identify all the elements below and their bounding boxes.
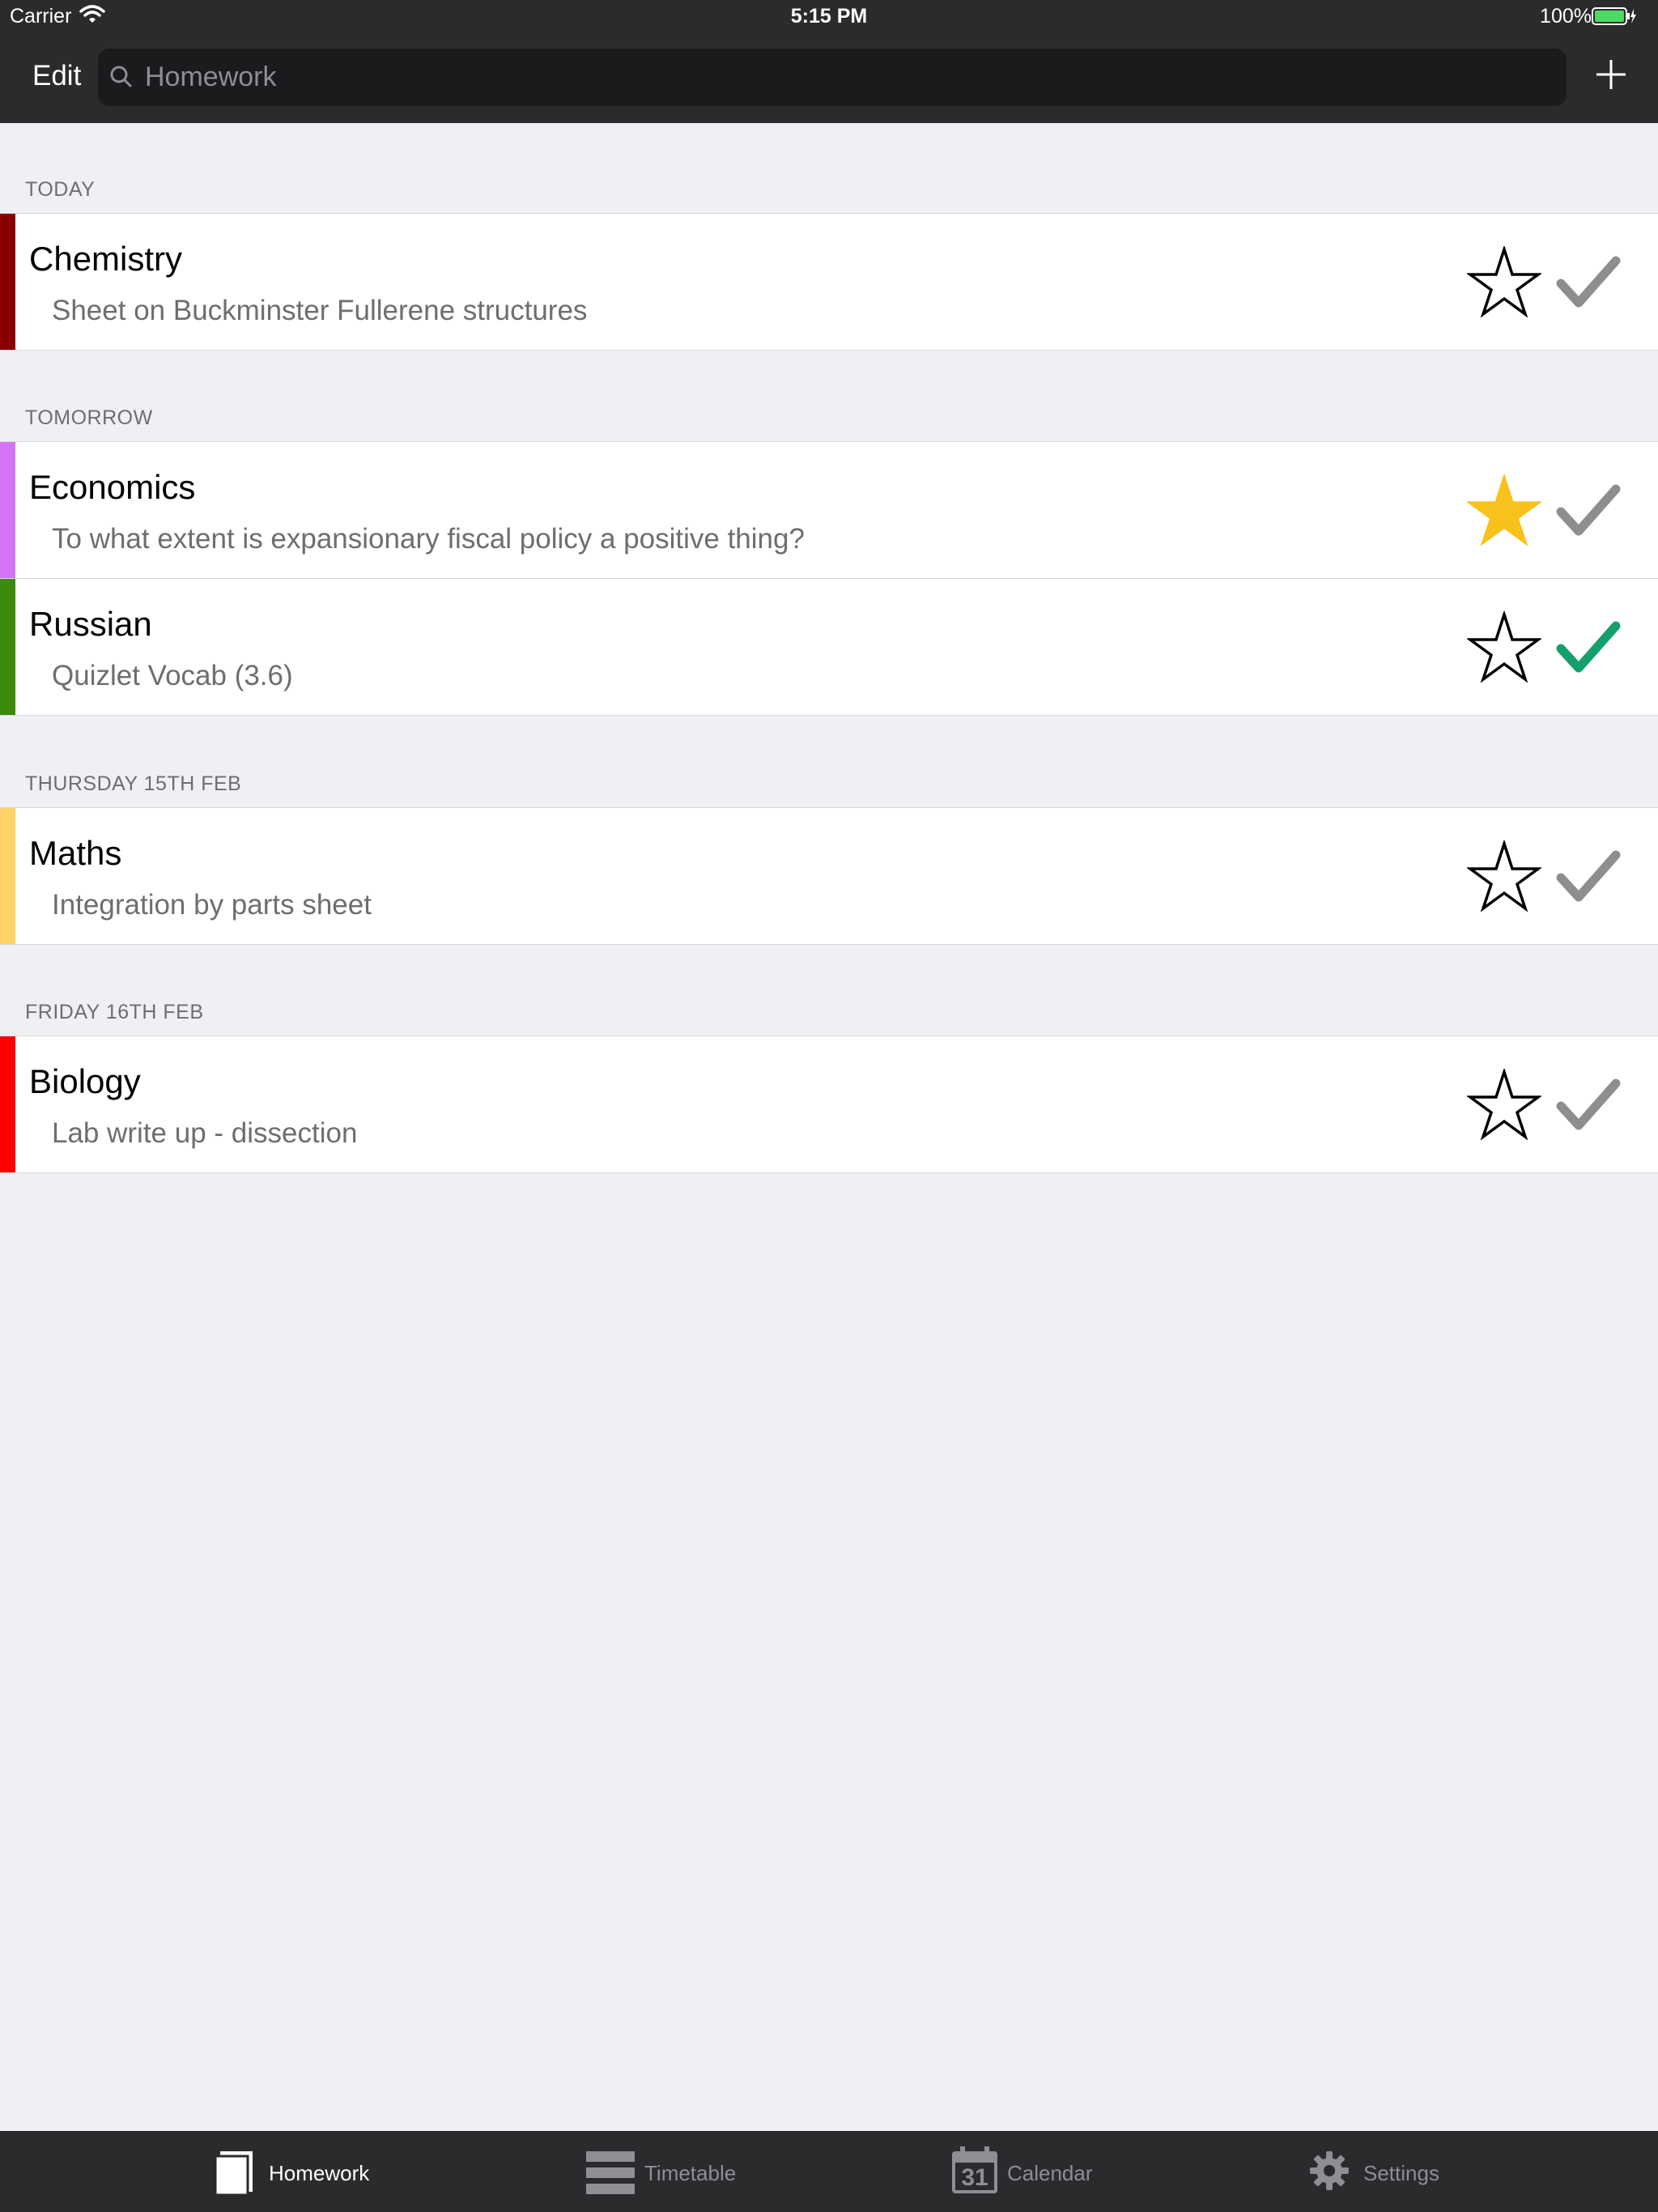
check-icon[interactable] bbox=[1556, 254, 1621, 311]
tab-calendar[interactable]: 31 Calendar bbox=[952, 2146, 1130, 2198]
subject-color-bar bbox=[0, 579, 15, 715]
star-outline-icon[interactable] bbox=[1467, 611, 1541, 683]
timetable-icon bbox=[586, 2151, 635, 2194]
subject-label: Russian bbox=[29, 605, 152, 643]
status-bar: Carrier 5:15 PM 100% bbox=[0, 0, 1658, 32]
section-header: TODAY bbox=[25, 178, 96, 201]
tab-settings[interactable]: Settings bbox=[1310, 2150, 1488, 2198]
clock-label: 5:15 PM bbox=[790, 5, 868, 28]
tab-label: Timetable bbox=[644, 2161, 737, 2185]
search-icon bbox=[110, 66, 132, 87]
edit-button[interactable]: Edit bbox=[32, 60, 81, 92]
tab-label: Settings bbox=[1363, 2161, 1439, 2185]
tab-label: Calendar bbox=[1007, 2161, 1093, 2185]
homework-row-maths[interactable]: Maths Integration by parts sheet bbox=[0, 807, 1658, 945]
subject-label: Economics bbox=[29, 468, 196, 506]
gear-icon bbox=[1310, 2151, 1349, 2190]
add-icon[interactable] bbox=[1595, 58, 1627, 91]
battery-percent-label: 100% bbox=[1540, 5, 1592, 28]
subject-color-bar bbox=[0, 808, 15, 944]
search-placeholder: Homework bbox=[145, 62, 277, 92]
check-icon[interactable] bbox=[1556, 849, 1621, 905]
description-label: Integration by parts sheet bbox=[52, 889, 372, 921]
homework-row-biology[interactable]: Biology Lab write up - dissection bbox=[0, 1036, 1658, 1173]
navigation-bar: Edit Homework bbox=[0, 32, 1658, 123]
tab-homework[interactable]: Homework bbox=[214, 2150, 392, 2198]
star-outline-icon[interactable] bbox=[1467, 246, 1541, 317]
homework-row-russian[interactable]: Russian Quizlet Vocab (3.6) bbox=[0, 578, 1658, 716]
description-label: Quizlet Vocab (3.6) bbox=[52, 660, 293, 691]
description-label: Sheet on Buckminster Fullerene structure… bbox=[52, 295, 588, 326]
description-label: Lab write up - dissection bbox=[52, 1117, 358, 1149]
search-input[interactable]: Homework bbox=[98, 49, 1567, 106]
tab-timetable[interactable]: Timetable bbox=[586, 2150, 764, 2198]
subject-color-bar bbox=[0, 1036, 15, 1172]
subject-color-bar bbox=[0, 442, 15, 578]
star-outline-icon[interactable] bbox=[1467, 1069, 1541, 1140]
tab-label: Homework bbox=[269, 2161, 370, 2185]
description-label: To what extent is expansionary fiscal po… bbox=[52, 523, 805, 555]
battery-icon bbox=[1592, 7, 1636, 25]
section-header: THURSDAY 15TH FEB bbox=[25, 772, 242, 795]
calendar-day-label: 31 bbox=[961, 2164, 988, 2191]
tab-bar: Homework Timetable 31 Calendar Settings bbox=[0, 2131, 1658, 2212]
book-icon bbox=[214, 2151, 253, 2197]
section-header: FRIDAY 16TH FEB bbox=[25, 1001, 204, 1023]
subject-label: Chemistry bbox=[29, 240, 183, 278]
star-outline-icon[interactable] bbox=[1467, 840, 1541, 912]
subject-label: Biology bbox=[29, 1062, 141, 1100]
star-filled-icon[interactable] bbox=[1467, 474, 1541, 546]
calendar-icon: 31 bbox=[952, 2146, 997, 2193]
check-icon[interactable] bbox=[1556, 1077, 1621, 1134]
section-header: TOMORROW bbox=[25, 406, 153, 429]
homework-row-economics[interactable]: Economics To what extent is expansionary… bbox=[0, 441, 1658, 579]
check-done-icon[interactable] bbox=[1556, 619, 1621, 676]
subject-color-bar bbox=[0, 214, 15, 350]
homework-row-chemistry[interactable]: Chemistry Sheet on Buckminster Fullerene… bbox=[0, 213, 1658, 351]
subject-label: Maths bbox=[29, 834, 122, 872]
check-icon[interactable] bbox=[1556, 483, 1621, 539]
